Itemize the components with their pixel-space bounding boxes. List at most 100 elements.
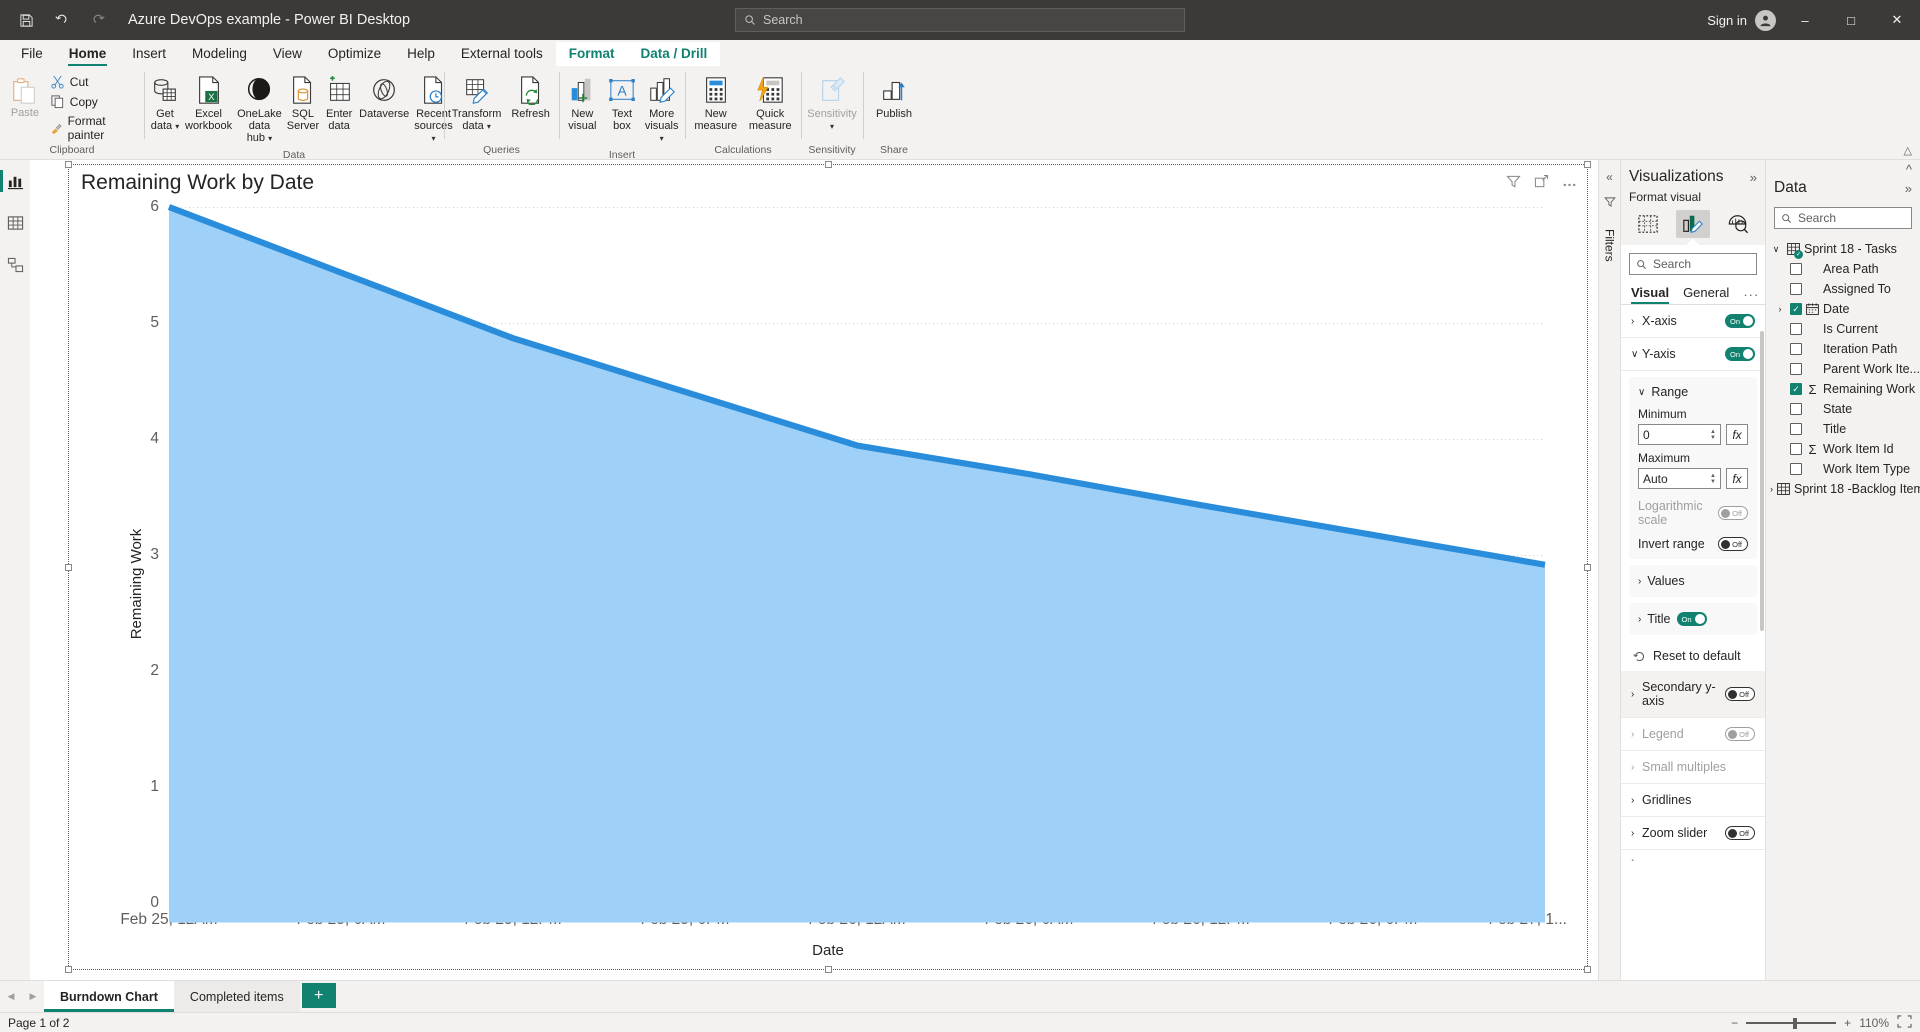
section-partial[interactable]: ` bbox=[1621, 850, 1765, 879]
list-item[interactable]: State bbox=[1768, 399, 1920, 419]
card-title[interactable]: › Title On bbox=[1629, 603, 1757, 635]
maximum-fx-button[interactable]: fx bbox=[1726, 468, 1748, 489]
field-checkbox[interactable] bbox=[1790, 263, 1802, 275]
range-card-header[interactable]: ∨ Range bbox=[1638, 385, 1748, 399]
y-axis-toggle[interactable]: On bbox=[1725, 347, 1755, 361]
section-zoom-slider[interactable]: › Zoom slider Off bbox=[1621, 817, 1765, 850]
table-row[interactable]: ∨ ✓ Sprint 18 - Tasks bbox=[1768, 239, 1920, 259]
zoom-slider[interactable] bbox=[1746, 1017, 1837, 1029]
zoom-in-button[interactable]: + bbox=[1844, 1016, 1851, 1030]
section-legend[interactable]: › Legend Off bbox=[1621, 718, 1765, 751]
account-avatar-icon[interactable] bbox=[1755, 9, 1776, 31]
stepper-arrows-icon[interactable]: ▲ ▼ bbox=[1710, 429, 1716, 441]
title-toggle[interactable]: On bbox=[1676, 612, 1707, 626]
refresh-button[interactable]: Refresh bbox=[506, 70, 555, 124]
list-item[interactable]: Assigned To bbox=[1768, 279, 1920, 299]
secondary-y-axis-toggle[interactable]: Off bbox=[1725, 687, 1755, 701]
ribbon-tab-home[interactable]: Home bbox=[56, 43, 120, 66]
list-item[interactable]: Σ Work Item Id bbox=[1768, 439, 1920, 459]
minimum-fx-button[interactable]: fx bbox=[1726, 424, 1748, 445]
ribbon-tab-help[interactable]: Help bbox=[394, 43, 448, 66]
values-card-header[interactable]: › Values bbox=[1638, 574, 1748, 588]
list-item[interactable]: ✓ Σ Remaining Work bbox=[1768, 379, 1920, 399]
zoom-slider-knob[interactable] bbox=[1792, 1017, 1797, 1029]
ribbon-tab-file[interactable]: File bbox=[8, 43, 56, 66]
table-row[interactable]: › Sprint 18 -Backlog Items bbox=[1768, 479, 1920, 499]
cut-button[interactable]: Cut bbox=[47, 72, 140, 91]
copy-button[interactable]: Copy bbox=[47, 92, 140, 111]
list-item[interactable]: Title bbox=[1768, 419, 1920, 439]
field-checkbox[interactable] bbox=[1790, 463, 1802, 475]
chevrons-right-icon[interactable]: » bbox=[1750, 170, 1757, 185]
page-next-button[interactable]: ▶ bbox=[22, 981, 44, 1012]
resize-handle-ne[interactable] bbox=[1584, 161, 1591, 168]
publish-button[interactable]: Publish bbox=[867, 70, 921, 124]
paste-button[interactable]: Paste bbox=[4, 70, 46, 119]
section-small-multiples[interactable]: › Small multiples bbox=[1621, 751, 1765, 784]
minimize-button[interactable]: – bbox=[1782, 0, 1828, 40]
new-measure-button[interactable]: New measure bbox=[689, 70, 743, 136]
field-checkbox[interactable] bbox=[1790, 423, 1802, 435]
section-y-axis[interactable]: ∨ Y-axis On bbox=[1621, 338, 1765, 371]
list-item[interactable]: Iteration Path bbox=[1768, 339, 1920, 359]
ribbon-tab-view[interactable]: View bbox=[260, 43, 315, 66]
zoom-out-button[interactable]: − bbox=[1731, 1016, 1738, 1030]
field-checkbox[interactable] bbox=[1790, 343, 1802, 355]
page-prev-button[interactable]: ◀ bbox=[0, 981, 22, 1012]
title-card-header[interactable]: › Title On bbox=[1638, 612, 1748, 626]
undo-icon[interactable] bbox=[52, 10, 72, 30]
resize-handle-nw[interactable] bbox=[65, 161, 72, 168]
add-page-button[interactable]: + bbox=[301, 983, 336, 1008]
ribbon-tab-format[interactable]: Format bbox=[555, 42, 628, 66]
tab-visual[interactable]: Visual bbox=[1631, 285, 1670, 304]
tab-general[interactable]: General bbox=[1683, 285, 1729, 304]
global-search-box[interactable]: Search bbox=[735, 8, 1185, 32]
list-item[interactable]: Is Current bbox=[1768, 319, 1920, 339]
logarithmic-scale-toggle[interactable]: Off bbox=[1718, 506, 1748, 520]
chevrons-right-icon[interactable]: » bbox=[1905, 181, 1912, 196]
data-search-input[interactable]: Search bbox=[1774, 207, 1912, 229]
sidebar-item-model-view[interactable] bbox=[0, 252, 30, 278]
close-button[interactable]: ✕ bbox=[1874, 0, 1920, 40]
build-visual-tab[interactable] bbox=[1631, 210, 1665, 238]
list-item[interactable]: Work Item Type bbox=[1768, 459, 1920, 479]
fit-to-page-icon[interactable] bbox=[1897, 1014, 1912, 1031]
new-visual-button[interactable]: New visual bbox=[563, 70, 602, 136]
filter-icon[interactable] bbox=[1603, 196, 1616, 211]
twisty-icon[interactable]: ∨ bbox=[1770, 244, 1782, 255]
x-axis-toggle[interactable]: On bbox=[1725, 314, 1755, 328]
list-item[interactable]: › ✓ Date bbox=[1768, 299, 1920, 319]
ribbon-tab-modeling[interactable]: Modeling bbox=[179, 43, 260, 66]
area-chart-visual[interactable]: Remaining Work by Date Remaining Work Da… bbox=[65, 161, 1591, 973]
collapse-ribbon-button[interactable]: △ bbox=[1904, 144, 1912, 157]
chevrons-left-icon[interactable]: « bbox=[1606, 170, 1613, 184]
minimum-input[interactable]: 0 ▲ ▼ bbox=[1638, 424, 1721, 445]
field-checkbox[interactable] bbox=[1789, 363, 1802, 375]
sidebar-item-table-view[interactable] bbox=[0, 210, 30, 236]
more-options-icon[interactable] bbox=[1562, 176, 1577, 191]
sensitivity-button[interactable]: Sensitivity ▾ bbox=[805, 70, 859, 137]
field-checkbox[interactable]: ✓ bbox=[1790, 383, 1802, 395]
field-checkbox[interactable]: ✓ bbox=[1790, 303, 1802, 315]
format-painter-button[interactable]: Format painter bbox=[47, 112, 140, 144]
zoom-slider-toggle[interactable]: Off bbox=[1725, 826, 1755, 840]
section-x-axis[interactable]: › X-axis On bbox=[1621, 305, 1765, 338]
dataverse-button[interactable]: Dataverse bbox=[357, 70, 411, 124]
legend-toggle[interactable]: Off bbox=[1725, 727, 1755, 741]
format-more-options-icon[interactable]: ··· bbox=[1743, 287, 1759, 302]
maximize-button[interactable]: □ bbox=[1828, 0, 1874, 40]
chevron-up-icon[interactable]: ^ bbox=[1906, 162, 1912, 177]
filters-rail[interactable]: « Filters bbox=[1598, 160, 1620, 980]
sidebar-item-report-view[interactable] bbox=[0, 168, 30, 194]
maximum-input[interactable]: Auto ▲ ▼ bbox=[1638, 468, 1721, 489]
report-canvas[interactable]: Remaining Work by Date Remaining Work Da… bbox=[30, 160, 1598, 980]
twisty-icon[interactable]: › bbox=[1774, 304, 1786, 314]
save-icon[interactable] bbox=[16, 10, 36, 30]
ribbon-tab-optimize[interactable]: Optimize bbox=[315, 43, 394, 66]
ribbon-tab-data-drill[interactable]: Data / Drill bbox=[627, 42, 721, 66]
enter-data-button[interactable]: Enter data bbox=[322, 70, 356, 136]
excel-workbook-button[interactable]: X Excel workbook bbox=[183, 70, 234, 136]
field-checkbox[interactable] bbox=[1790, 323, 1802, 335]
transform-data-button[interactable]: Transform data ▾ bbox=[448, 70, 505, 137]
section-secondary-y-axis[interactable]: › Secondary y-axis Off bbox=[1621, 671, 1765, 718]
